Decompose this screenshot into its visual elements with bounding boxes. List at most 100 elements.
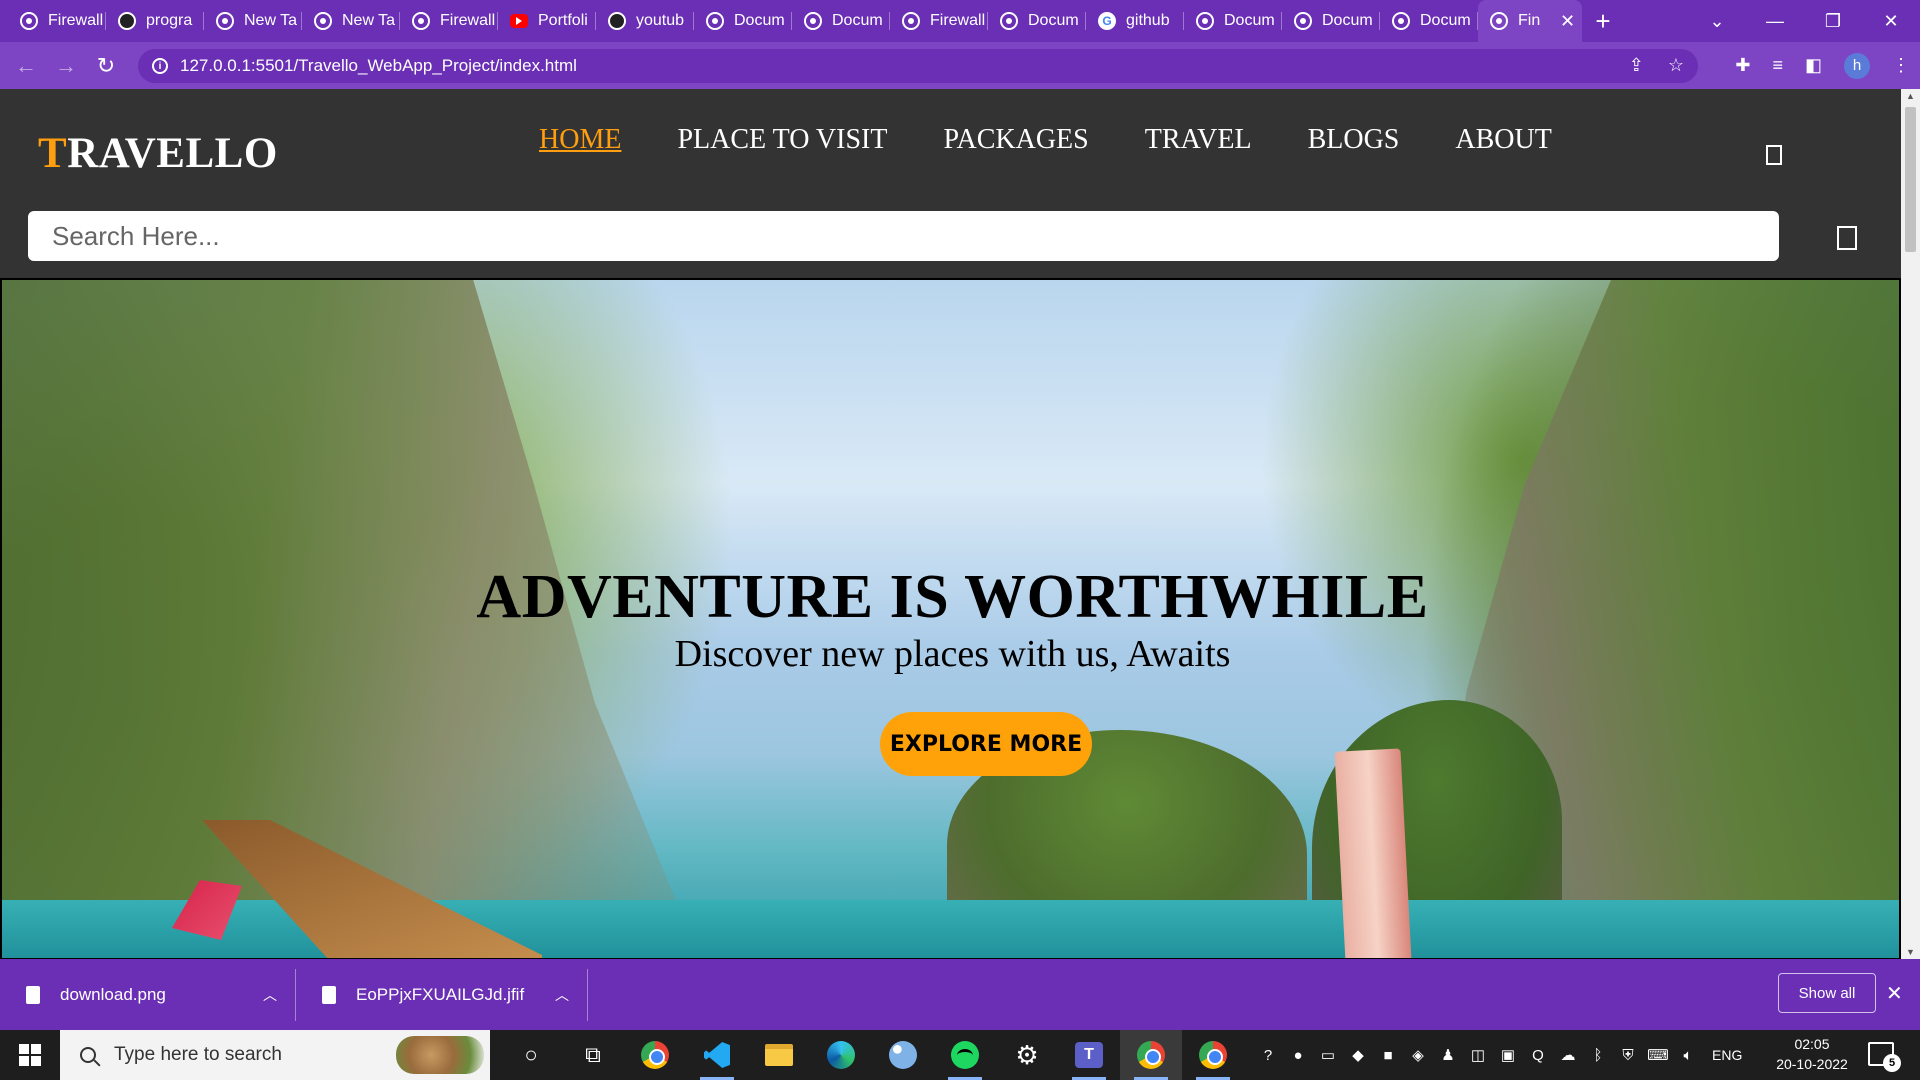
taskbar-chrome[interactable] [624, 1030, 686, 1080]
taskbar-clock[interactable]: 02:05 20-10-2022 [1762, 1034, 1862, 1074]
site-search-input[interactable] [26, 209, 1781, 263]
browser-tab-active[interactable]: Fin ✕ [1478, 0, 1582, 42]
taskbar-edge[interactable] [810, 1030, 872, 1080]
browser-tab[interactable]: Firewall [8, 0, 106, 42]
bluetooth-icon[interactable]: ᛒ [1588, 1045, 1608, 1065]
defender-icon[interactable]: ⛨ [1618, 1045, 1638, 1065]
input-language[interactable]: ENG [1712, 1047, 1742, 1063]
globe-icon [1196, 12, 1214, 30]
nav-home[interactable]: HOME [539, 124, 621, 156]
battery-icon[interactable]: ▣ [1498, 1045, 1518, 1065]
taskbar-search-box[interactable]: Type here to search [60, 1030, 490, 1080]
browser-tab[interactable]: Docum [694, 0, 792, 42]
taskbar-vscode[interactable] [686, 1030, 748, 1080]
clock-date: 20-10-2022 [1776, 1056, 1848, 1072]
share-icon[interactable]: ⇪ [1629, 55, 1644, 76]
nav-travel[interactable]: TRAVEL [1145, 124, 1252, 156]
nav-packages[interactable]: PACKAGES [943, 124, 1088, 156]
chevron-up-icon[interactable]: ︿ [245, 985, 295, 1005]
spotify-tray-icon[interactable]: ● [1288, 1045, 1308, 1065]
taskbar-spotify[interactable] [934, 1030, 996, 1080]
close-tab-icon[interactable]: ✕ [1560, 11, 1575, 32]
browser-tab[interactable]: progra [106, 0, 204, 42]
search-toggle-icon[interactable] [1837, 226, 1857, 250]
profile-avatar[interactable]: h [1844, 52, 1870, 79]
tab-title: Fin [1518, 12, 1541, 29]
vscode-icon [704, 1042, 730, 1068]
start-button[interactable] [0, 1030, 60, 1080]
nav-place-to-visit[interactable]: PLACE TO VISIT [677, 124, 887, 156]
browser-tab[interactable]: Docum [988, 0, 1086, 42]
menu-toggle-icon[interactable] [1766, 145, 1782, 165]
browser-tab[interactable]: Docum [1184, 0, 1282, 42]
scroll-up-arrow-icon[interactable]: ▲ [1906, 91, 1915, 101]
display-icon[interactable]: ▭ [1318, 1045, 1338, 1065]
forward-icon[interactable]: → [46, 53, 86, 79]
browser-tab[interactable]: youtub [596, 0, 694, 42]
page-scrollbar[interactable]: ▲ ▼ [1901, 89, 1920, 959]
browser-tab[interactable]: Firewall [400, 0, 498, 42]
browser-tab[interactable]: Docum [1282, 0, 1380, 42]
show-all-downloads-button[interactable]: Show all [1778, 973, 1876, 1013]
browser-tab[interactable]: Docum [1380, 0, 1478, 42]
taskbar-chrome-profile[interactable] [1120, 1030, 1182, 1080]
qt-icon[interactable]: Q [1528, 1045, 1548, 1065]
globe-icon [412, 12, 430, 30]
explore-more-button[interactable]: EXPLORE MORE [880, 712, 1092, 776]
side-panel-icon[interactable]: ◧ [1805, 55, 1822, 76]
app-tray-icon[interactable]: ■ [1378, 1045, 1398, 1065]
scrollbar-thumb[interactable] [1905, 107, 1916, 252]
browser-menu-icon[interactable]: ⋮ [1892, 55, 1910, 76]
browser-toolbar: ← → ↻ i 127.0.0.1:5501/Travello_WebApp_P… [0, 42, 1920, 89]
address-bar[interactable]: i 127.0.0.1:5501/Travello_WebApp_Project… [138, 49, 1698, 83]
close-window-icon[interactable]: ✕ [1862, 11, 1920, 32]
browser-tab[interactable]: Ggithub [1086, 0, 1184, 42]
taskbar-teams[interactable]: T [1058, 1030, 1120, 1080]
tab-list: Firewall progra New Ta New Ta Firewall P… [0, 0, 1624, 42]
browser-tab[interactable]: New Ta [204, 0, 302, 42]
anydesk-icon[interactable]: ◆ [1348, 1045, 1368, 1065]
restore-icon[interactable]: ❐ [1804, 11, 1862, 32]
extensions-puzzle-icon[interactable]: ✚ [1735, 55, 1750, 76]
back-icon[interactable]: ← [6, 53, 46, 79]
reading-list-icon[interactable]: ≡ [1772, 55, 1783, 76]
taskbar-paint[interactable] [872, 1030, 934, 1080]
network-icon[interactable]: ⌨ [1647, 1045, 1669, 1065]
office-icon[interactable]: ◈ [1408, 1045, 1428, 1065]
site-info-icon[interactable]: i [152, 58, 168, 74]
download-item[interactable]: download.png ︿ [0, 968, 296, 1021]
scroll-down-arrow-icon[interactable]: ▼ [1906, 947, 1915, 957]
meet-now-icon[interactable]: ◫ [1468, 1045, 1488, 1065]
minimize-icon[interactable]: — [1746, 11, 1804, 32]
site-logo[interactable]: TRAVELLO [38, 129, 278, 178]
reload-icon[interactable]: ↻ [86, 53, 126, 79]
nav-blogs[interactable]: BLOGS [1308, 124, 1400, 156]
new-tab-button[interactable]: + [1582, 6, 1624, 37]
taskbar-settings[interactable]: ⚙ [996, 1030, 1058, 1080]
taskbar-file-explorer[interactable] [748, 1030, 810, 1080]
bookmark-star-icon[interactable]: ☆ [1668, 55, 1684, 76]
clock-time: 02:05 [1794, 1036, 1830, 1052]
taskbar-chrome-window[interactable] [1182, 1030, 1244, 1080]
browser-tab[interactable]: New Ta [302, 0, 400, 42]
chrome-icon [1137, 1041, 1165, 1069]
browser-tab[interactable]: Portfoli [498, 0, 596, 42]
tab-title: Firewall [930, 12, 986, 29]
browser-tab[interactable]: Docum [792, 0, 890, 42]
chevron-up-icon[interactable]: ︿ [537, 985, 587, 1005]
close-download-shelf-icon[interactable]: ✕ [1886, 981, 1903, 1006]
onedrive-icon[interactable]: ☁ [1558, 1045, 1578, 1065]
nav-about[interactable]: ABOUT [1455, 124, 1551, 156]
globe-icon [20, 12, 38, 30]
help-icon[interactable]: ? [1258, 1045, 1278, 1065]
cortana-icon[interactable]: ○ [500, 1030, 562, 1080]
teams-tray-icon[interactable]: ♟ [1438, 1045, 1458, 1065]
task-view-icon[interactable]: ⧉ [562, 1030, 624, 1080]
taskbar-search-placeholder: Type here to search [114, 1044, 282, 1065]
url-text[interactable]: 127.0.0.1:5501/Travello_WebApp_Project/i… [180, 56, 577, 76]
browser-tab-strip: Firewall progra New Ta New Ta Firewall P… [0, 0, 1920, 42]
download-item[interactable]: EoPPjxFXUAILGJd.jfif ︿ [296, 968, 588, 1021]
volume-icon[interactable]: 🔈︎ [1678, 1045, 1698, 1065]
browser-tab[interactable]: Firewall [890, 0, 988, 42]
tab-search-chevron-icon[interactable]: ⌄ [1688, 11, 1746, 32]
